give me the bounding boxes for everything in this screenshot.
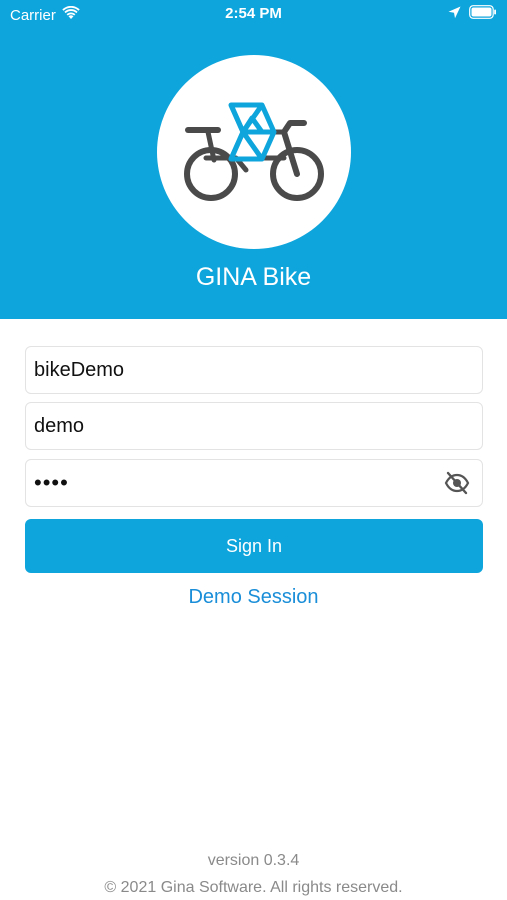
status-bar: Carrier 2:54 PM xyxy=(0,0,507,30)
username-field[interactable] xyxy=(25,346,483,394)
password-field[interactable] xyxy=(25,459,483,507)
version-label: version 0.3.4 xyxy=(207,852,300,869)
login-screen: Carrier 2:54 PM GINA Bike bikeDemo demo … xyxy=(0,0,507,900)
app-title: GINA Bike xyxy=(195,263,312,291)
username-input[interactable] xyxy=(34,347,434,393)
location-arrow-icon xyxy=(448,6,461,23)
secondary-input[interactable] xyxy=(34,403,434,449)
password-input[interactable] xyxy=(34,460,434,506)
sign-in-button[interactable]: Sign In xyxy=(25,519,483,573)
demo-session-link[interactable]: Demo Session xyxy=(0,586,507,609)
battery-icon xyxy=(469,5,497,23)
status-right xyxy=(448,5,497,23)
secondary-field[interactable] xyxy=(25,402,483,450)
status-time: 2:54 PM xyxy=(225,5,282,22)
logo-badge xyxy=(157,55,351,249)
copyright-label: © 2021 Gina Software. All rights reserve… xyxy=(104,879,403,896)
bike-logo-icon xyxy=(184,102,324,201)
eye-slash-icon[interactable] xyxy=(444,471,470,495)
header-banner: Carrier 2:54 PM GINA Bike xyxy=(0,0,507,319)
